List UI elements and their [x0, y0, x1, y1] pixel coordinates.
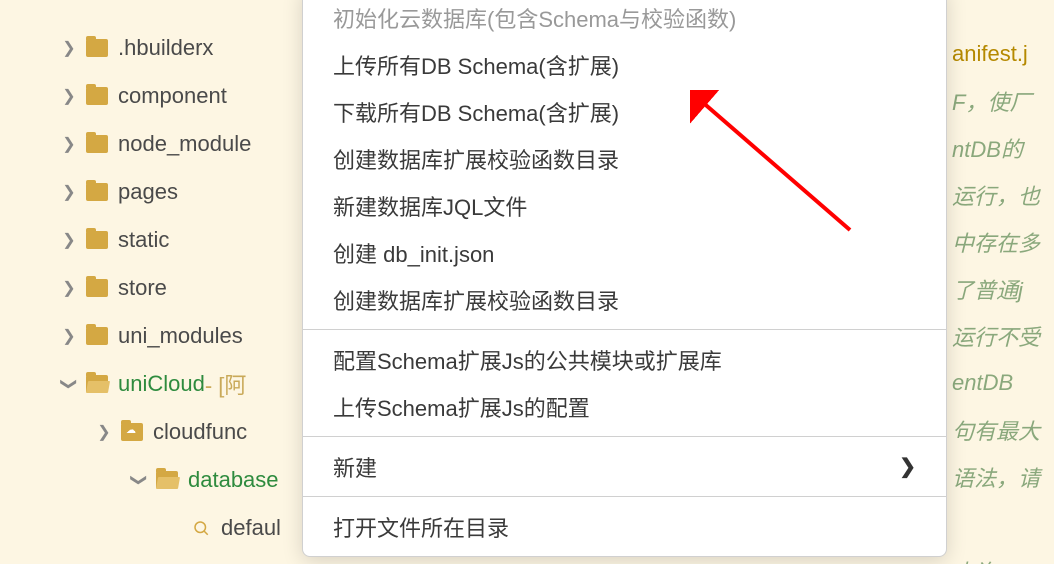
tree-item-uni-modules[interactable]: ❯ uni_modules: [0, 312, 300, 360]
tree-item-suffix: - [阿: [205, 368, 247, 400]
menu-item-label: 上传Schema扩展Js的配置: [333, 391, 590, 423]
folder-icon: [86, 279, 108, 297]
menu-item-new-jql[interactable]: 新建数据库JQL文件: [303, 182, 946, 229]
tree-item-cloudfunctions[interactable]: ❯ cloudfunc: [0, 408, 300, 456]
menu-item-label: 配置Schema扩展Js的公共模块或扩展库: [333, 344, 722, 376]
menu-separator: [303, 329, 946, 330]
menu-item-upload-schema[interactable]: 上传所有DB Schema(含扩展): [303, 41, 946, 88]
chevron-right-icon: ❯: [60, 182, 78, 202]
folder-open-icon: [86, 375, 108, 393]
tree-item-label: cloudfunc: [153, 419, 247, 445]
file-tree: ❯ .hbuilderx ❯ component ❯ node_module ❯…: [0, 0, 300, 552]
editor-line: 了普通j: [944, 265, 1054, 312]
tree-item-database[interactable]: ❯ database: [0, 456, 300, 504]
tree-item-label: static: [118, 227, 169, 253]
menu-item-label: 上传所有DB Schema(含扩展): [333, 49, 619, 81]
menu-separator: [303, 436, 946, 437]
tree-item-component[interactable]: ❯ component: [0, 72, 300, 120]
folder-icon: [86, 183, 108, 201]
menu-item-init-db[interactable]: 初始化云数据库(包含Schema与校验函数): [303, 0, 946, 41]
chevron-right-icon: ❯: [95, 422, 113, 442]
folder-icon: [86, 327, 108, 345]
folder-icon: [86, 39, 108, 57]
chevron-right-icon: ❯: [899, 454, 916, 479]
tree-item-label: database: [188, 467, 279, 493]
tree-item-node-modules[interactable]: ❯ node_module: [0, 120, 300, 168]
folder-open-icon: [156, 471, 178, 489]
menu-item-label: 下载所有DB Schema(含扩展): [333, 96, 619, 128]
tree-item-label: store: [118, 275, 167, 301]
menu-item-label: 打开文件所在目录: [333, 511, 509, 543]
chevron-right-icon: ❯: [60, 278, 78, 298]
menu-item-new[interactable]: 新建 ❯: [303, 443, 946, 490]
editor-line: 运行不受: [944, 312, 1054, 359]
editor-line: 查询uni: [944, 547, 1054, 564]
menu-item-label: 创建数据库扩展校验函数目录: [333, 143, 619, 175]
menu-item-label: 新建: [333, 451, 377, 483]
tree-item-pages[interactable]: ❯ pages: [0, 168, 300, 216]
tree-item-label: component: [118, 83, 227, 109]
editor-line: anifest.j: [944, 30, 1054, 77]
context-menu: 初始化云数据库(包含Schema与校验函数) 上传所有DB Schema(含扩展…: [302, 0, 947, 557]
editor-line: F，使厂: [944, 77, 1054, 124]
folder-icon: [86, 87, 108, 105]
editor-line: [944, 500, 1054, 547]
folder-icon: [86, 231, 108, 249]
tree-item-label: .hbuilderx: [118, 35, 213, 61]
menu-item-create-ext-dir[interactable]: 创建数据库扩展校验函数目录: [303, 135, 946, 182]
chevron-down-icon: ❯: [129, 471, 149, 489]
menu-item-config-schema-ext[interactable]: 配置Schema扩展Js的公共模块或扩展库: [303, 336, 946, 383]
tree-item-store[interactable]: ❯ store: [0, 264, 300, 312]
chevron-right-icon: ❯: [60, 38, 78, 58]
editor-line: 语法，请: [944, 453, 1054, 500]
menu-item-open-in-folder[interactable]: 打开文件所在目录: [303, 503, 946, 550]
tree-item-label: pages: [118, 179, 178, 205]
menu-item-download-schema[interactable]: 下载所有DB Schema(含扩展): [303, 88, 946, 135]
chevron-down-icon: ❯: [59, 375, 79, 393]
chevron-right-icon: ❯: [60, 230, 78, 250]
tree-item-default[interactable]: defaul: [0, 504, 300, 552]
menu-item-upload-schema-ext[interactable]: 上传Schema扩展Js的配置: [303, 383, 946, 430]
menu-separator: [303, 496, 946, 497]
editor-background: anifest.j F，使厂 ntDB的 运行，也 中存在多 了普通j 运行不受…: [944, 0, 1054, 564]
menu-item-create-ext-dir2[interactable]: 创建数据库扩展校验函数目录: [303, 276, 946, 323]
menu-item-label: 初始化云数据库(包含Schema与校验函数): [333, 2, 736, 34]
tree-item-label: node_module: [118, 131, 251, 157]
tree-item-label: uniCloud: [118, 371, 205, 397]
editor-line: ntDB的: [944, 124, 1054, 171]
tree-item-label: defaul: [221, 515, 281, 541]
chevron-right-icon: ❯: [60, 134, 78, 154]
menu-item-label: 创建数据库扩展校验函数目录: [333, 284, 619, 316]
tree-item-label: uni_modules: [118, 323, 243, 349]
menu-item-label: 新建数据库JQL文件: [333, 190, 527, 222]
editor-line: 中存在多: [944, 218, 1054, 265]
editor-line: 句有最大: [944, 406, 1054, 453]
tree-item-unicloud[interactable]: ❯ uniCloud - [阿: [0, 360, 300, 408]
database-icon: [191, 518, 211, 538]
cloud-folder-icon: [121, 423, 143, 441]
tree-item-static[interactable]: ❯ static: [0, 216, 300, 264]
editor-line: entDB: [944, 359, 1054, 406]
chevron-right-icon: ❯: [60, 326, 78, 346]
menu-item-create-dbinit[interactable]: 创建 db_init.json: [303, 229, 946, 276]
chevron-right-icon: ❯: [60, 86, 78, 106]
tree-item-hbuilderx[interactable]: ❯ .hbuilderx: [0, 24, 300, 72]
menu-item-label: 创建 db_init.json: [333, 237, 494, 269]
editor-line: 运行，也: [944, 171, 1054, 218]
folder-icon: [86, 135, 108, 153]
